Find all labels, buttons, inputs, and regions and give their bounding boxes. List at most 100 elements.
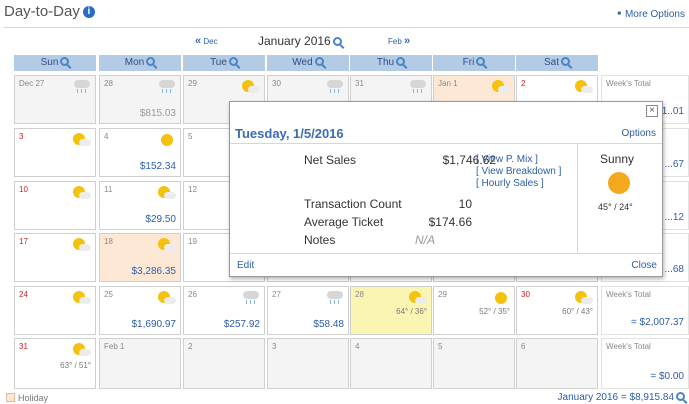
day-sales[interactable]: $152.34 [140, 161, 176, 172]
search-icon[interactable] [332, 37, 342, 46]
day-sales[interactable]: $58.48 [313, 319, 344, 330]
calendar-day-cell[interactable]: 24 [14, 286, 96, 335]
big-sun-icon [603, 167, 635, 199]
calendar-day-cell[interactable]: 28 $815.03 [99, 75, 181, 124]
calendar-day-cell[interactable]: 31 63° / 51° [14, 338, 96, 389]
calendar-day-cell[interactable]: 26 $257.92 [183, 286, 265, 335]
day-sales[interactable]: $1,690.97 [132, 319, 177, 330]
view-breakdown-link[interactable]: [ View Breakdown ] [476, 166, 561, 177]
search-icon[interactable] [676, 392, 685, 401]
popup-options-link[interactable]: Options [622, 128, 656, 139]
day-sales[interactable]: $815.03 [140, 108, 176, 119]
search-icon[interactable] [60, 57, 70, 66]
view-pmix-link[interactable]: [ View P. Mix ] [476, 154, 538, 165]
cloud-shape [410, 80, 426, 88]
calendar-day-cell[interactable]: 11 $29.50 [99, 181, 181, 230]
search-icon[interactable] [228, 57, 238, 66]
weekday-header-sat[interactable]: Sat [516, 55, 598, 71]
rain-drop [166, 89, 167, 93]
hourly-sales-link[interactable]: [ Hourly Sales ] [476, 178, 544, 189]
day-sales[interactable]: $3,286.35 [132, 266, 177, 277]
more-options-label: More Options [624, 9, 685, 20]
weather-condition: Sunny [600, 152, 635, 166]
search-icon[interactable] [146, 57, 156, 66]
rain-cloud-icon [326, 80, 344, 94]
partly-sunny-icon [575, 291, 593, 305]
day-sales[interactable]: $29.50 [145, 214, 176, 225]
net-sales-label: Net Sales [304, 153, 357, 167]
calendar-day-cell[interactable]: 17 [14, 233, 96, 282]
day-number: 26 [188, 290, 197, 299]
edit-link[interactable]: Edit [237, 260, 254, 271]
week-total-value[interactable]: ...68 [665, 264, 684, 275]
day-temperature: 64° / 36° [396, 307, 427, 316]
rain-drop [170, 89, 171, 93]
more-options-link[interactable]: ■ More Options [617, 9, 685, 20]
week-total-value[interactable]: ...12 [665, 212, 684, 223]
weekday-header-fri[interactable]: Fri [433, 55, 515, 71]
weekday-header-sun[interactable]: Sun [14, 55, 96, 71]
calendar-day-cell[interactable]: 25 $1,690.97 [99, 286, 181, 335]
prev-month-button[interactable]: « Dec [195, 35, 218, 47]
next-month-button[interactable]: Feb » [388, 35, 410, 47]
double-chevron-left-icon: « [195, 35, 202, 47]
rain-drop [77, 89, 78, 93]
day-number: 11 [104, 185, 113, 194]
weekday-header-tue[interactable]: Tue [183, 55, 265, 71]
search-icon[interactable] [396, 57, 406, 66]
calendar-day-cell[interactable]: 4 [350, 338, 432, 389]
week-total-value[interactable]: ...67 [665, 159, 684, 170]
rain-drop [254, 300, 255, 304]
week-total-value[interactable]: = $2,007.37 [631, 317, 684, 328]
calendar-day-cell[interactable]: 5 [433, 338, 515, 389]
day-detail-popup: × Tuesday, 1/5/2016 Options Net Sales $1… [229, 101, 663, 277]
close-link[interactable]: Close [631, 260, 657, 271]
partly-sunny-icon [158, 238, 176, 252]
calendar-day-cell[interactable]: 10 [14, 181, 96, 230]
search-icon[interactable] [314, 57, 324, 66]
partly-sunny-icon [158, 186, 176, 200]
day-sales[interactable]: $257.92 [224, 319, 260, 330]
rain-drop [85, 89, 86, 93]
week-total-value[interactable]: = $0.00 [650, 371, 684, 382]
cloud-shape [581, 297, 593, 304]
calendar-day-cell[interactable]: 27 $58.48 [267, 286, 349, 335]
search-icon[interactable] [476, 57, 486, 66]
day-temperature: 63° / 51° [60, 361, 91, 370]
calendar-day-cell[interactable]: 4 $152.34 [99, 128, 181, 177]
calendar-day-cell[interactable]: 18 $3,286.35 [99, 233, 181, 282]
weekday-header-thu[interactable]: Thu [350, 55, 432, 71]
sun-icon [492, 291, 510, 305]
cloud-shape [327, 291, 343, 299]
day-number: 28 [104, 79, 113, 88]
calendar-day-cell[interactable]: 3 [14, 128, 96, 177]
current-month: January 2016 [258, 34, 342, 48]
rain-drop [338, 89, 339, 93]
calendar-day-cell[interactable]: 28 64° / 36° [350, 286, 432, 335]
popup-divider-top [230, 143, 662, 144]
calendar-day-cell[interactable]: 6 [516, 338, 598, 389]
calendar-day-cell[interactable]: 3 [267, 338, 349, 389]
calendar-day-cell[interactable]: 2 [183, 338, 265, 389]
day-temperature: 52° / 35° [479, 307, 510, 316]
calendar-day-cell[interactable]: Dec 27 [14, 75, 96, 124]
partly-sunny-icon [242, 80, 260, 94]
rain-cloud-icon [409, 80, 427, 94]
notes-label: Notes [304, 233, 336, 247]
day-number: Jan 1 [438, 79, 458, 88]
calendar-day-cell[interactable]: 29 52° / 35° [433, 286, 515, 335]
close-icon[interactable]: × [646, 105, 658, 117]
day-number: 30 [272, 79, 281, 88]
notes-value: N/A [414, 233, 435, 247]
rain-drop [338, 300, 339, 304]
weekday-header-wed[interactable]: Wed [267, 55, 349, 71]
day-number: 31 [19, 342, 28, 351]
weekday-header-mon[interactable]: Mon [99, 55, 181, 71]
search-icon[interactable] [561, 57, 570, 66]
calendar-day-cell[interactable]: Feb 1 [99, 338, 181, 389]
cloud-shape [243, 291, 259, 299]
weekday-label: Tue [210, 57, 227, 68]
info-icon[interactable]: i [82, 6, 95, 18]
calendar-day-cell[interactable]: 30 60° / 43° [516, 286, 598, 335]
day-number: 12 [188, 185, 197, 194]
